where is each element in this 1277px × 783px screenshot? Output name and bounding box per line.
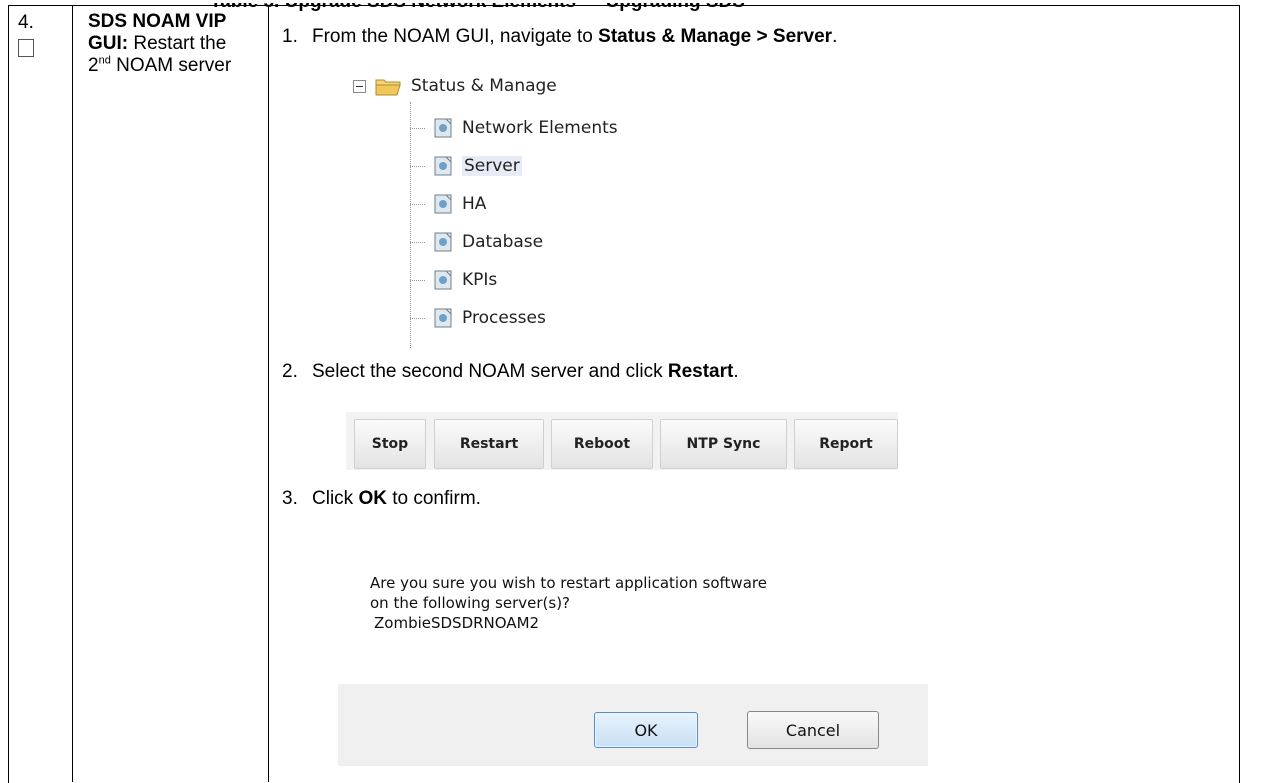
confirm-dialog-message: Are you sure you wish to restart applica…: [370, 573, 767, 633]
step-title-text-2: NOAM server: [110, 55, 232, 76]
instruction-end: .: [733, 361, 739, 382]
page-icon: [434, 118, 452, 138]
instruction-text: Click: [312, 488, 359, 509]
instruction-bold: Status & Manage > Server: [598, 26, 833, 47]
ordinal-number: 2: [88, 55, 99, 76]
column-divider-2: [268, 5, 269, 782]
tree-item-server[interactable]: Server: [410, 152, 522, 180]
tree-connector: [410, 165, 425, 167]
reboot-button[interactable]: Reboot: [551, 419, 653, 469]
server-action-toolbar: Stop Restart Reboot NTP Sync Report: [346, 412, 898, 470]
step-number: 4.: [18, 12, 34, 33]
ordinal-suffix: nd: [98, 54, 111, 67]
step-title: SDS NOAM VIP GUI: Restart the 2nd NOAM s…: [88, 11, 268, 77]
step-checkbox[interactable]: [18, 39, 34, 57]
ntp-sync-button[interactable]: NTP Sync: [660, 419, 787, 469]
tree-connector: [410, 317, 425, 319]
tree-connector: [410, 279, 425, 281]
report-button[interactable]: Report: [794, 419, 898, 469]
navigation-tree: Status & Manage Network Elements Server …: [345, 72, 745, 348]
folder-open-icon: [375, 79, 401, 96]
instruction-number: 1.: [282, 26, 298, 47]
restart-button[interactable]: Restart: [434, 419, 544, 469]
instruction-end: to confirm.: [386, 488, 481, 509]
tree-root-label: Status & Manage: [411, 76, 557, 96]
tree-item-label: KPIs: [462, 270, 498, 290]
tree-item-label-selected: Server: [462, 156, 522, 176]
tree-item-label: Processes: [462, 308, 546, 328]
instruction-text: From the NOAM GUI, navigate to: [312, 26, 599, 47]
dialog-line-1: Are you sure you wish to restart applica…: [370, 574, 767, 592]
instruction-3: 3. Click OK to confirm.: [282, 488, 481, 510]
tree-connector: [410, 127, 425, 129]
page-icon: [434, 156, 452, 176]
instruction-number: 2.: [282, 361, 298, 382]
dialog-line-2: on the following server(s)?: [370, 594, 571, 612]
collapse-icon[interactable]: [353, 79, 366, 93]
tree-item-label: HA: [462, 194, 487, 214]
tree-item-label: Network Elements: [462, 118, 618, 138]
column-divider-1: [72, 5, 73, 782]
instruction-bold: Restart: [667, 361, 734, 382]
tree-item-kpis[interactable]: KPIs: [410, 266, 497, 294]
instruction-2: 2. Select the second NOAM server and clic…: [282, 361, 739, 383]
instruction-1: 1. From the NOAM GUI, navigate to Status …: [282, 26, 837, 48]
page-icon: [434, 270, 452, 290]
page-icon: [434, 194, 452, 214]
ok-button[interactable]: OK: [594, 712, 698, 748]
tree-item-network-elements[interactable]: Network Elements: [410, 114, 618, 142]
step-title-text: Restart the: [128, 33, 227, 54]
stop-button[interactable]: Stop: [354, 419, 426, 469]
tree-item-label: Database: [462, 232, 544, 252]
dialog-server-name: ZombieSDSDRNOAM2: [374, 614, 540, 632]
instruction-number: 3.: [282, 488, 298, 509]
cancel-button[interactable]: Cancel: [747, 711, 879, 749]
page-icon: [434, 232, 452, 252]
instruction-bold: OK: [358, 488, 387, 509]
tree-item-processes[interactable]: Processes: [410, 304, 546, 332]
tree-item-database[interactable]: Database: [410, 228, 543, 256]
instruction-end: .: [832, 26, 838, 47]
tree-root-status-manage[interactable]: Status & Manage: [353, 75, 557, 97]
tree-connector: [410, 203, 425, 205]
tree-connector: [410, 241, 425, 243]
page-icon: [434, 308, 452, 328]
instruction-text: Select the second NOAM server and click: [312, 361, 668, 382]
tree-item-ha[interactable]: HA: [410, 190, 486, 218]
